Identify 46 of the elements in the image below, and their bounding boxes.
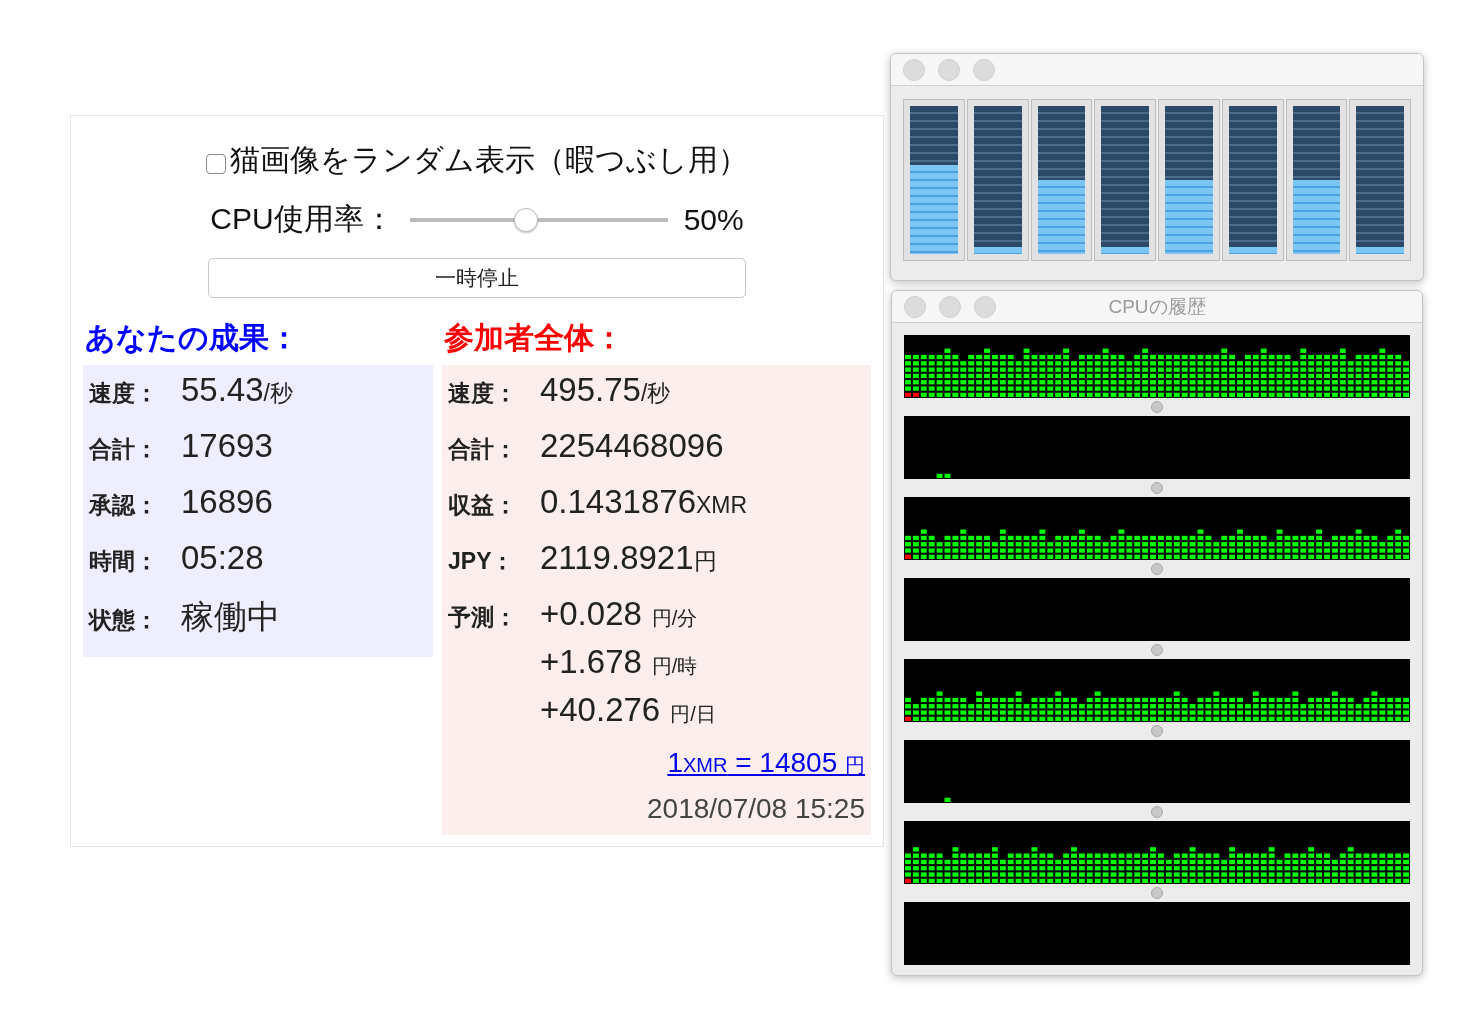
splitter-handle[interactable]	[1151, 725, 1163, 737]
forecast-value: +40.276 円/日	[540, 691, 716, 730]
slider-label: CPU使用率：	[210, 201, 394, 237]
window-button[interactable]	[938, 58, 960, 81]
checkbox-label: 猫画像をランダム表示（暇つぶし用）	[230, 142, 748, 178]
exchange-rate-link[interactable]: 1XMR = 14805 円	[667, 747, 865, 779]
window-button[interactable]	[903, 58, 925, 81]
stat-label: 時間：	[89, 547, 159, 576]
stat-label: 状態：	[89, 606, 159, 635]
forecast-value: +1.678 円/時	[540, 643, 699, 682]
stat-value: 495.75/秒	[540, 371, 671, 409]
stat-value: 0.1431876XMR	[540, 483, 748, 521]
splitter-handle[interactable]	[1151, 806, 1163, 818]
window-button[interactable]	[974, 295, 996, 318]
section-title: あなたの成果：	[84, 320, 300, 356]
window-button[interactable]	[939, 295, 961, 318]
window-button[interactable]	[973, 58, 995, 81]
stat-label: 予測：	[448, 603, 518, 632]
splitter-handle[interactable]	[1151, 644, 1163, 656]
splitter-handle[interactable]	[1151, 482, 1163, 494]
slider-reading: 50%	[683, 202, 744, 237]
stat-value: 2254468096	[540, 427, 724, 465]
stat-label: 速度：	[448, 379, 518, 408]
stat-label: 収益：	[448, 491, 518, 520]
slider-thumb[interactable]	[513, 207, 538, 232]
stat-value: 2119.8921円	[540, 539, 717, 577]
stat-label: 承認：	[89, 491, 159, 520]
window-title: CPUの履歴	[1108, 294, 1206, 319]
forecast-value: +0.028 円/分	[540, 595, 699, 634]
stat-label: 合計：	[89, 435, 159, 464]
pause-button[interactable]: 一時停止	[208, 258, 746, 298]
stat-label: JPY：	[448, 547, 516, 576]
checkbox[interactable]	[206, 153, 226, 174]
splitter-handle[interactable]	[1151, 401, 1163, 413]
stat-value: 16896	[181, 483, 273, 521]
splitter-handle[interactable]	[1151, 563, 1163, 575]
stat-label: 合計：	[448, 435, 518, 464]
section-title: 参加者全体：	[443, 320, 625, 356]
stat-label: 速度：	[89, 379, 159, 408]
stat-value: 稼働中	[181, 597, 280, 637]
window-button[interactable]	[904, 295, 926, 318]
stat-value: 55.43/秒	[181, 371, 293, 409]
stat-value: 17693	[181, 427, 273, 465]
splitter-handle[interactable]	[1151, 887, 1163, 899]
stat-value: 05:28	[181, 539, 264, 577]
timestamp: 2018/07/08 15:25	[647, 793, 865, 825]
